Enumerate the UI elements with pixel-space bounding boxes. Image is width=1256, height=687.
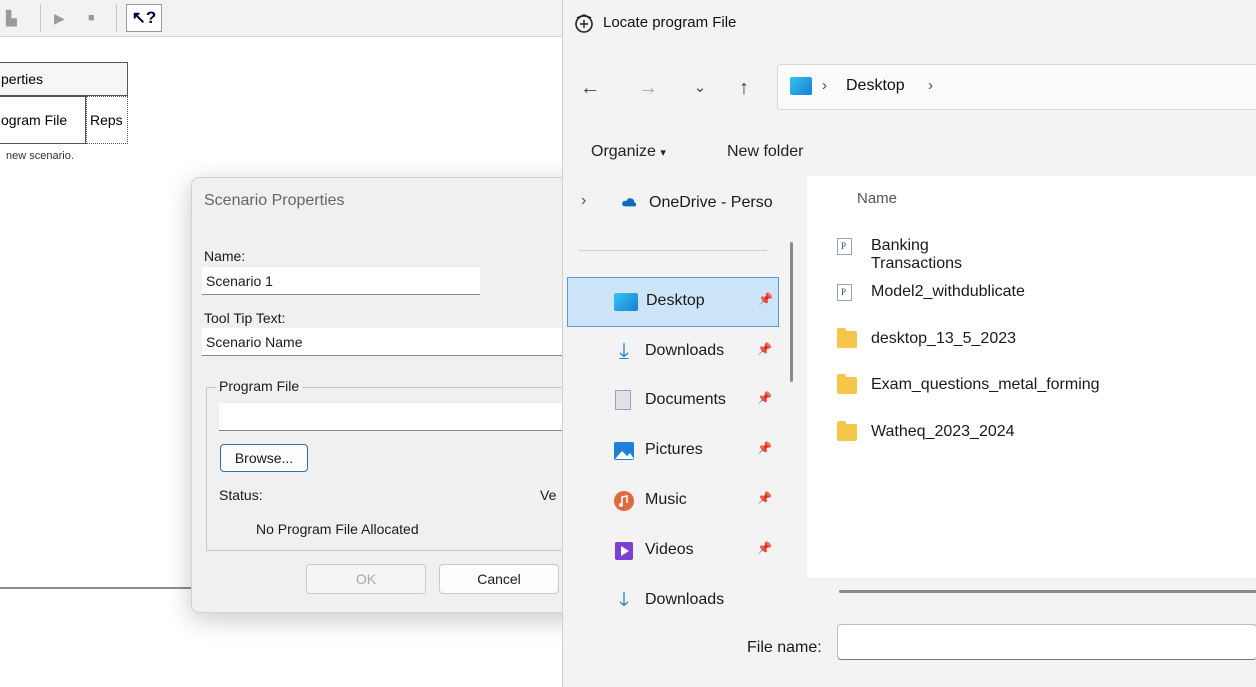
- onedrive-icon: [622, 198, 637, 207]
- horizontal-scrollbar[interactable]: [839, 590, 1256, 593]
- folder-icon: [837, 374, 857, 394]
- status-value: No Program File Allocated: [256, 521, 419, 537]
- desktop-icon: [790, 77, 812, 95]
- name-label: Name:: [204, 248, 246, 264]
- program-file-input[interactable]: [219, 403, 579, 431]
- program-file-group-title: Program File: [216, 378, 303, 394]
- file-list-pane: Name Banking Transactions Model2_withdub…: [807, 176, 1256, 606]
- address-bar[interactable]: › Desktop ›: [777, 64, 1256, 110]
- tooltip-input[interactable]: [202, 328, 612, 356]
- breadcrumb-desktop[interactable]: Desktop: [846, 77, 905, 95]
- desktop-icon: [614, 293, 638, 311]
- toolbar-separator: [116, 4, 117, 32]
- toolbar: ▙ ▶ ■ ↖?: [0, 0, 600, 37]
- music-icon: [614, 491, 634, 511]
- browse-button[interactable]: Browse...: [220, 444, 308, 472]
- organize-button[interactable]: Organize ▾: [591, 143, 666, 161]
- tab-program-file-label: ogram File: [1, 112, 68, 128]
- locate-file-dialog: Locate program File ← → ⌄ ↑ › Desktop › …: [562, 0, 1256, 687]
- breadcrumb-chevron-icon[interactable]: ›: [928, 77, 933, 94]
- nav-item-pictures[interactable]: Pictures 📌: [567, 427, 779, 475]
- breadcrumb-separator-icon: ›: [822, 77, 827, 94]
- file-name: Model2_withdublicate: [871, 283, 1025, 300]
- nav-item-label: Downloads: [645, 591, 725, 606]
- navigation-pane: › OneDrive - Perso Desktop 📌 ⤓ Downloads…: [563, 176, 806, 606]
- dialog-title: Scenario Properties: [204, 192, 345, 209]
- ok-button-label: OK: [355, 571, 377, 587]
- column-header-name[interactable]: Name: [857, 190, 897, 207]
- run-icon[interactable]: ▶: [54, 8, 65, 28]
- status-hint: new scenario.: [6, 150, 74, 162]
- nav-item-documents[interactable]: Documents 📌: [567, 377, 779, 425]
- file-name: Exam_questions_metal_forming: [871, 376, 1100, 393]
- expand-chevron-icon[interactable]: ›: [581, 192, 586, 210]
- properties-header-label: perties: [1, 71, 44, 87]
- tab-reps[interactable]: Reps: [86, 96, 128, 144]
- organize-label: Organize: [591, 143, 656, 160]
- tab-reps-label: Reps: [90, 112, 123, 128]
- file-name-bar: File name:: [563, 606, 1256, 687]
- file-name: Watheq_2023_2024: [871, 423, 1015, 440]
- recent-chevron-down-icon[interactable]: ⌄: [687, 76, 713, 100]
- cancel-button-label: Cancel: [477, 571, 521, 587]
- nav-item-videos[interactable]: Videos 📌: [567, 527, 779, 575]
- pin-icon[interactable]: 📌: [757, 391, 772, 405]
- up-arrow-icon[interactable]: ↑: [731, 76, 757, 100]
- context-help-icon[interactable]: ↖?: [126, 4, 162, 32]
- pin-icon[interactable]: 📌: [757, 441, 772, 455]
- pin-icon[interactable]: 📌: [758, 292, 773, 306]
- nav-item-downloads-2[interactable]: ⤓ Downloads: [567, 577, 779, 607]
- nav-item-label: Documents: [645, 391, 726, 408]
- pin-icon[interactable]: 📌: [757, 491, 772, 505]
- properties-header[interactable]: perties: [0, 62, 128, 96]
- nav-item-label: Downloads: [645, 342, 725, 359]
- back-arrow-icon[interactable]: ←: [577, 76, 603, 100]
- folder-icon: [837, 421, 857, 441]
- new-folder-button[interactable]: New folder: [727, 143, 803, 161]
- ok-button[interactable]: OK: [306, 564, 426, 594]
- nav-item-label: Videos: [645, 541, 694, 558]
- stop-icon[interactable]: ■: [88, 8, 95, 28]
- app-logo-icon: [575, 14, 593, 33]
- program-file-icon: [837, 284, 852, 301]
- file-name-label: File name:: [747, 639, 822, 656]
- nav-item-desktop[interactable]: Desktop 📌: [567, 277, 779, 327]
- nav-item-label: OneDrive - Perso: [649, 194, 773, 211]
- file-name-input[interactable]: [837, 624, 1256, 660]
- version-label: Ve: [540, 487, 557, 503]
- nav-item-label: Music: [645, 491, 687, 508]
- toolbar-separator: [40, 4, 41, 32]
- tab-program-file[interactable]: ogram File: [0, 96, 86, 144]
- document-icon: [615, 390, 631, 410]
- file-name: Banking Transactions: [871, 237, 962, 272]
- download-icon: ⤓: [619, 587, 629, 607]
- cancel-button[interactable]: Cancel: [439, 564, 559, 594]
- caret-down-icon: ▾: [660, 147, 666, 159]
- nav-item-music[interactable]: Music 📌: [567, 477, 779, 525]
- download-icon: ⤓: [619, 338, 629, 363]
- forward-arrow-icon[interactable]: →: [635, 76, 661, 100]
- pin-icon[interactable]: 📌: [757, 342, 772, 356]
- nav-divider: [579, 250, 767, 251]
- nav-scrollbar[interactable]: [790, 242, 793, 382]
- nav-item-onedrive[interactable]: › OneDrive - Perso: [567, 180, 779, 226]
- status-label: Status:: [219, 487, 263, 503]
- tooltip-label: Tool Tip Text:: [204, 310, 286, 326]
- scenario-tool-icon[interactable]: ▙: [6, 8, 17, 28]
- nav-item-downloads[interactable]: ⤓ Downloads 📌: [567, 328, 779, 376]
- scenario-properties-dialog: Scenario Properties Name: Tool Tip Text:…: [191, 177, 612, 613]
- videos-icon: [615, 542, 633, 560]
- nav-item-label: Pictures: [645, 441, 703, 458]
- pictures-icon: [614, 442, 634, 460]
- name-input[interactable]: [202, 267, 480, 295]
- program-file-icon: [837, 238, 852, 255]
- browse-button-label: Browse...: [234, 450, 294, 466]
- nav-item-label: Desktop: [646, 292, 705, 309]
- file-dialog-title: Locate program File: [603, 14, 737, 31]
- file-name: desktop_13_5_2023: [871, 330, 1017, 347]
- folder-icon: [837, 328, 857, 348]
- pin-icon[interactable]: 📌: [757, 541, 772, 555]
